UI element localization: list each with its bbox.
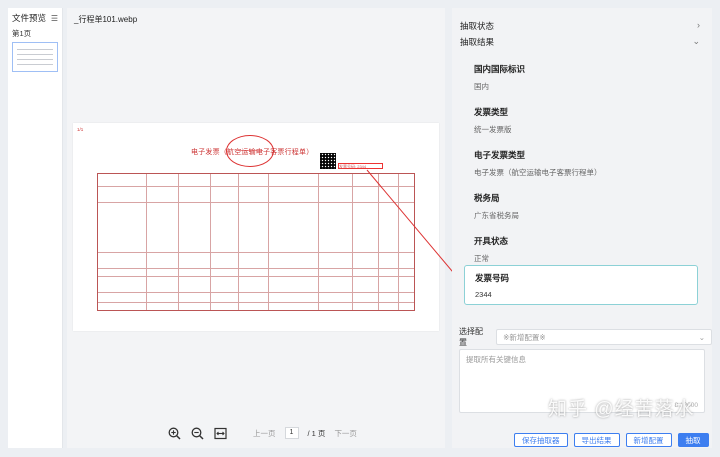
sidebar-page-label: 第1页 xyxy=(12,29,32,38)
config-select[interactable]: ※新增配置※ ⌄ xyxy=(496,329,712,345)
field-value: 正常 xyxy=(474,254,489,263)
chevron-right-icon: › xyxy=(697,20,700,30)
save-extractor-button[interactable]: 保存抽取器 xyxy=(514,433,568,447)
invoice-page-corner: 1/1 xyxy=(77,127,84,132)
field-value: 国内 xyxy=(474,82,489,91)
config-label: 选择配置 xyxy=(459,327,483,347)
invoice-document-image: 1/1 电子发票（航空运输电子客票行程单） 发票号码: 2344 xyxy=(73,123,439,331)
zoom-in-icon[interactable] xyxy=(167,426,181,440)
config-select-value: ※新增配置※ xyxy=(503,332,546,342)
watermark: 知乎 @经苦落水 xyxy=(548,399,695,420)
export-result-button[interactable]: 导出结果 xyxy=(573,433,620,447)
field-value: 电子发票（航空运输电子客票行程单） xyxy=(474,168,602,177)
config-row: 选择配置 ※新增配置※ ⌄ xyxy=(459,326,712,348)
field-label: 开具状态 xyxy=(474,236,509,246)
field-e-invoice-type[interactable]: 电子发票类型 电子发票（航空运输电子客票行程单） xyxy=(464,143,698,184)
field-invoice-type[interactable]: 发票类型 统一发票版 xyxy=(464,100,698,141)
field-invoice-number[interactable]: 发票号码 2344 xyxy=(464,265,698,305)
invoice-title: 电子发票（航空运输电子客票行程单） xyxy=(191,149,314,156)
add-config-button[interactable]: 新增配置 xyxy=(625,433,672,447)
field-label: 国内国际标识 xyxy=(474,64,526,74)
field-label: 发票号码 xyxy=(475,273,510,283)
page-number-input[interactable]: 1 xyxy=(284,427,299,439)
next-page-button[interactable]: 下一页 xyxy=(334,428,357,439)
chevron-down-icon: ⌄ xyxy=(698,332,705,342)
page-toolbar: 上一页 1 / 1 页 下一页 xyxy=(167,426,357,440)
chevron-down-icon: ⌄ xyxy=(692,36,700,46)
field-issue-status[interactable]: 开具状态 正常 xyxy=(464,229,698,270)
page-thumbnail[interactable] xyxy=(12,42,58,72)
field-label: 税务局 xyxy=(474,193,500,203)
field-domestic-international[interactable]: 国内国际标识 国内 xyxy=(464,57,698,98)
field-value: 统一发票版 xyxy=(474,125,512,134)
field-value: 2344 xyxy=(475,290,492,299)
prev-page-button[interactable]: 上一页 xyxy=(253,428,276,439)
document-viewer: _行程单101.webp 1/1 电子发票（航空运输电子客票行程单） 发票号码:… xyxy=(67,8,469,448)
sidebar-title: 文件预览 xyxy=(12,13,47,23)
action-buttons: 保存抽取器 导出结果 新增配置 抽取 xyxy=(514,433,709,447)
field-tax-bureau[interactable]: 税务局 广东省税务局 xyxy=(464,186,698,227)
qr-code-icon xyxy=(320,153,336,169)
page-total: / 1 页 xyxy=(307,428,326,438)
file-preview-sidebar: 文件预览 ☰ 第1页 xyxy=(8,8,63,448)
extract-button[interactable]: 抽取 xyxy=(677,433,709,447)
result-fields: 国内国际标识 国内 发票类型 统一发票版 电子发票类型 电子发票（航空运输电子客… xyxy=(464,53,698,313)
extraction-panel: 抽取状态 › 抽取结果 ⌄ 国内国际标识 国内 发票类型 统一发票版 电子发票类… xyxy=(452,8,712,448)
invoice-table xyxy=(97,173,415,311)
file-name: _行程单101.webp xyxy=(74,15,138,24)
section-extract-result-label: 抽取结果 xyxy=(460,37,495,47)
invoice-number-text: 发票号码: 2344 xyxy=(339,164,367,169)
collapse-menu-icon[interactable]: ☰ xyxy=(51,14,58,23)
sidebar-header: 文件预览 ☰ xyxy=(8,8,62,28)
fit-width-icon[interactable] xyxy=(213,426,227,440)
prompt-placeholder: 提取所有关键信息 xyxy=(466,355,526,364)
field-label: 发票类型 xyxy=(474,107,509,117)
section-extract-status[interactable]: 抽取状态 › xyxy=(460,20,700,32)
section-extract-result[interactable]: 抽取结果 ⌄ xyxy=(460,36,700,48)
field-value: 广东省税务局 xyxy=(474,211,519,220)
field-label: 电子发票类型 xyxy=(474,150,526,160)
section-extract-status-label: 抽取状态 xyxy=(460,21,495,31)
zoom-out-icon[interactable] xyxy=(190,426,204,440)
